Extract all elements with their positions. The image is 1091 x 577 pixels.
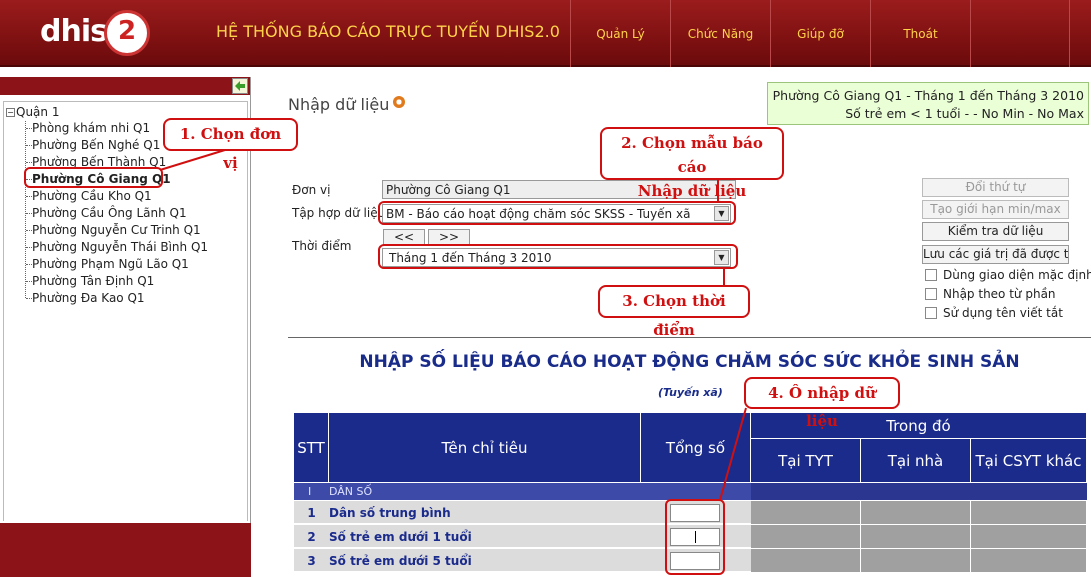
annotation-select-form: 2. Chọn mẫu báo cáo Nhập dữ liệu [600, 127, 784, 200]
annotation-select-period: 3. Chọn thời điểm [598, 285, 750, 339]
annotation-line: Nhập dữ liệu [637, 182, 747, 200]
annotation-line: 2. Chọn mẫu báo cáo [621, 134, 763, 176]
annotation-lines [159, 149, 747, 501]
highlight-dataset [378, 201, 736, 225]
highlight-period [378, 244, 738, 269]
annotation-input-cell: 4. Ô nhập dữ liệu [744, 377, 900, 430]
highlight-input-cells [665, 499, 725, 575]
highlight-selected-unit [24, 167, 163, 188]
annotation-select-unit: 1. Chọn đơn vị [163, 118, 298, 172]
